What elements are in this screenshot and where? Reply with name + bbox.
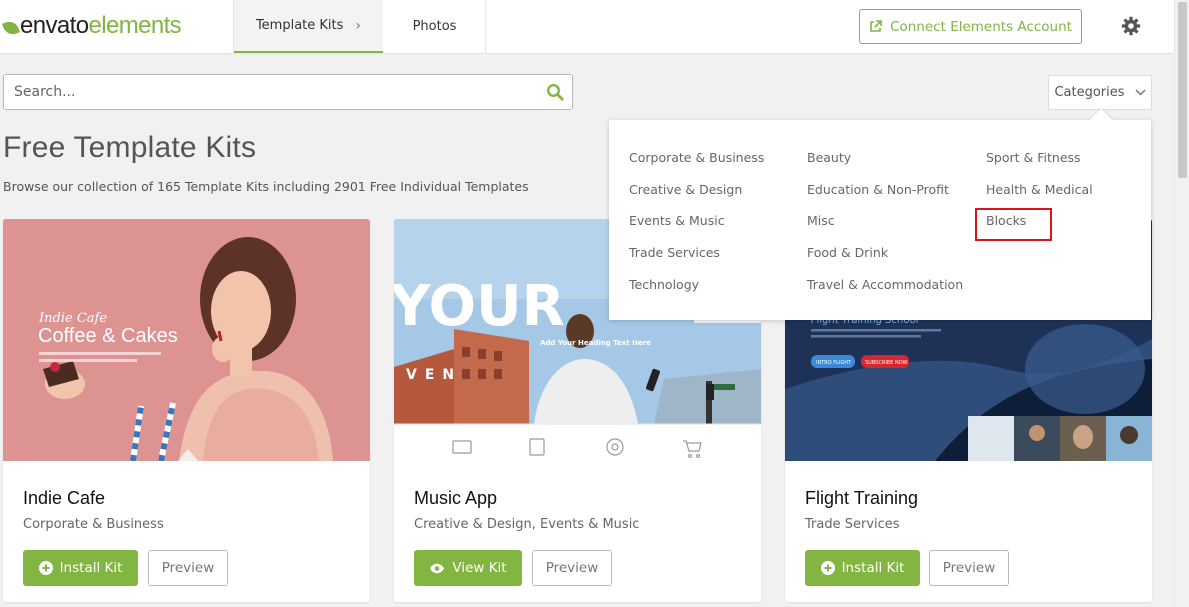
logo-text-elements: elements — [88, 12, 182, 39]
thumb-button-2: SUBSCRIBE NOW — [865, 360, 908, 366]
plus-circle-icon — [38, 561, 53, 575]
connect-elements-account-button[interactable]: Connect Elements Account — [859, 9, 1082, 44]
install-kit-label: Install Kit — [59, 560, 123, 576]
preview-button[interactable]: Preview — [532, 550, 612, 586]
category-creative-design[interactable]: Creative & Design — [629, 182, 742, 197]
tab-photos-label: Photos — [412, 19, 457, 34]
preview-button[interactable]: Preview — [148, 550, 228, 586]
search-input[interactable] — [4, 75, 534, 109]
view-kit-button[interactable]: View Kit — [414, 550, 522, 586]
top-header: envato elements Template Kits › Photos Co… — [0, 0, 1174, 54]
category-sport-fitness[interactable]: Sport & Fitness — [986, 150, 1081, 165]
plus-circle-icon — [820, 561, 835, 575]
thumb-headline-text: Coffee & Cakes — [38, 325, 178, 347]
category-education-non-profit[interactable]: Education & Non-Profit — [807, 182, 949, 197]
envato-leaf-icon — [2, 19, 20, 37]
kit-title[interactable]: Flight Training — [805, 488, 918, 509]
template-kit-card[interactable]: Indie Cafe Coffee & Cakes Indie Cafe Cor… — [3, 219, 370, 602]
preview-label: Preview — [545, 560, 599, 576]
tab-template-kits[interactable]: Template Kits › — [234, 0, 383, 53]
categories-button-label: Categories — [1054, 85, 1125, 100]
category-blocks[interactable]: Blocks — [986, 213, 1026, 228]
kit-categories: Corporate & Business — [23, 517, 164, 532]
search-icon[interactable] — [546, 83, 564, 101]
page-title: Free Template Kits — [3, 131, 257, 164]
thumb-banner-text: VEN — [406, 367, 462, 383]
category-corporate-business[interactable]: Corporate & Business — [629, 150, 764, 165]
install-kit-button[interactable]: Install Kit — [805, 550, 920, 586]
kit-categories: Creative & Design, Events & Music — [414, 517, 640, 532]
kit-title[interactable]: Indie Cafe — [23, 488, 105, 509]
category-travel-accommodation[interactable]: Travel & Accommodation — [807, 277, 963, 292]
envato-elements-logo[interactable]: envato elements — [2, 11, 182, 41]
chevron-right-icon: › — [355, 17, 362, 34]
thumb-script-text: Indie Cafe — [38, 311, 107, 326]
connect-button-label: Connect Elements Account — [890, 18, 1072, 35]
thumb-button-1: INTRO FLIGHT — [816, 360, 852, 366]
kit-title[interactable]: Music App — [414, 488, 497, 509]
logo-text-envato: envato — [20, 12, 89, 39]
category-beauty[interactable]: Beauty — [807, 150, 851, 165]
scrollbar-thumb[interactable] — [1178, 2, 1187, 178]
thumb-tagline: Add Your Heading Text Here — [540, 339, 651, 347]
header-divider — [485, 0, 486, 53]
tab-template-kits-label: Template Kits — [255, 18, 344, 33]
eye-icon — [430, 563, 445, 573]
install-kit-button[interactable]: Install Kit — [23, 550, 138, 586]
categories-dropdown-menu: Corporate & Business Creative & Design E… — [609, 108, 1151, 320]
categories-dropdown-button[interactable]: Categories — [1048, 75, 1152, 110]
search-box — [3, 74, 573, 110]
category-misc[interactable]: Misc — [807, 213, 835, 228]
install-kit-label: Install Kit — [841, 560, 905, 576]
dropdown-caret — [1089, 108, 1113, 132]
category-events-music[interactable]: Events & Music — [629, 213, 725, 228]
category-trade-services[interactable]: Trade Services — [629, 245, 720, 260]
preview-label: Preview — [161, 560, 215, 576]
category-technology[interactable]: Technology — [629, 277, 699, 292]
kit-thumbnail[interactable]: Indie Cafe Coffee & Cakes — [3, 219, 370, 461]
external-link-icon — [870, 20, 882, 32]
chevron-down-icon — [1135, 89, 1146, 96]
page-subtitle: Browse our collection of 165 Template Ki… — [3, 179, 529, 194]
category-food-drink[interactable]: Food & Drink — [807, 245, 888, 260]
category-health-medical[interactable]: Health & Medical — [986, 182, 1093, 197]
gear-icon[interactable] — [1121, 16, 1141, 36]
thumb-big-text: YOUR — [394, 274, 565, 339]
preview-button[interactable]: Preview — [929, 550, 1009, 586]
indie-cafe-preview-image: Indie Cafe Coffee & Cakes — [3, 219, 370, 461]
tab-photos[interactable]: Photos — [384, 0, 485, 53]
view-kit-label: View Kit — [452, 560, 507, 576]
preview-label: Preview — [942, 560, 996, 576]
page-scrollbar[interactable] — [1174, 0, 1189, 607]
kit-categories: Trade Services — [805, 517, 900, 532]
